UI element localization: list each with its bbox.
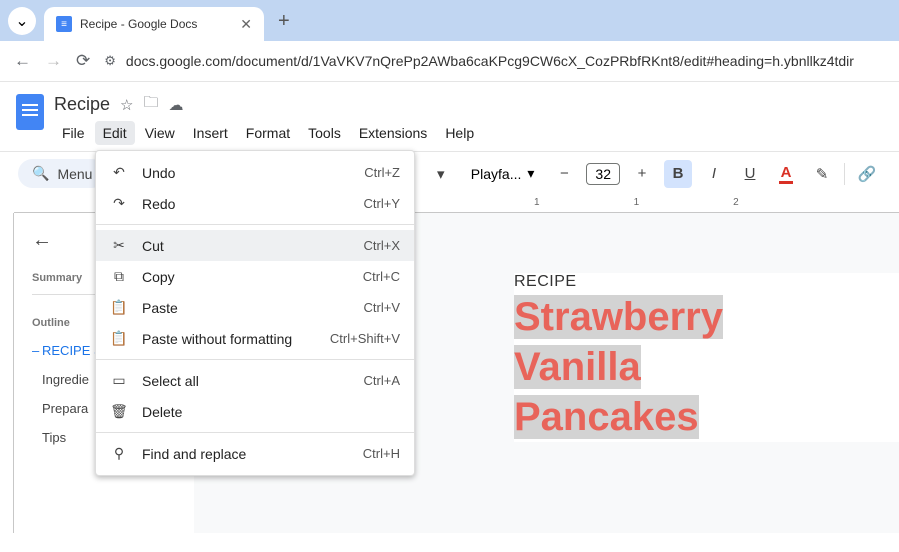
font-size-decrease[interactable]: −	[550, 160, 578, 188]
menu-item-paste[interactable]: 📋 Paste Ctrl+V	[96, 292, 414, 323]
undo-icon: ↶	[110, 164, 128, 181]
text-color-button[interactable]: A	[772, 160, 800, 188]
recipe-title-line: Pancakes	[514, 391, 899, 441]
menu-separator	[96, 224, 414, 225]
paste-icon: 📋	[110, 299, 128, 316]
ruler-mark: 1	[534, 197, 540, 208]
recipe-title-line: Vanilla	[514, 341, 899, 391]
menu-format[interactable]: Format	[238, 121, 298, 145]
menu-separator	[96, 359, 414, 360]
ruler-mark: 1	[634, 197, 640, 208]
document-title[interactable]: Recipe	[54, 94, 110, 115]
document-page: RECIPE Strawberry Vanilla Pancakes	[514, 273, 899, 442]
bold-button[interactable]: B	[664, 160, 692, 188]
italic-button[interactable]: I	[700, 160, 728, 188]
menubar: FileEditViewInsertFormatToolsExtensionsH…	[54, 121, 883, 145]
menu-item-label: Paste	[142, 300, 350, 316]
url-text: docs.google.com/document/d/1VaVKV7nQrePp…	[126, 53, 854, 69]
menu-item-cut[interactable]: ✂ Cut Ctrl+X	[96, 230, 414, 261]
tab-close-button[interactable]: ✕	[240, 16, 252, 33]
menu-item-label: Delete	[142, 404, 386, 420]
insert-link-button[interactable]: 🔗	[853, 160, 881, 188]
menu-tools[interactable]: Tools	[300, 121, 349, 145]
menu-item-label: Copy	[142, 269, 349, 285]
font-name-label: Playfa...	[471, 166, 522, 182]
new-tab-button[interactable]: +	[278, 10, 290, 33]
highlight-button[interactable]: ✎	[808, 160, 836, 188]
docs-favicon-icon: ≡	[56, 16, 72, 32]
menu-item-shortcut: Ctrl+V	[364, 300, 400, 315]
tab-search-button[interactable]: ⌄	[8, 7, 36, 35]
browser-tab[interactable]: ≡ Recipe - Google Docs ✕	[44, 7, 264, 41]
menu-item-label: Paste without formatting	[142, 331, 316, 347]
menu-search-label: Menu	[57, 166, 92, 182]
chevron-down-icon: ▾	[527, 165, 534, 182]
menu-search[interactable]: 🔍 Menu	[18, 159, 106, 188]
font-size-increase[interactable]: +	[628, 160, 656, 188]
font-size-input[interactable]: 32	[586, 163, 620, 185]
star-icon[interactable]: ☆	[120, 96, 133, 114]
forward-button: →	[45, 51, 62, 71]
menu-separator	[96, 432, 414, 433]
recipe-title-line: Strawberry	[514, 291, 899, 341]
menu-extensions[interactable]: Extensions	[351, 121, 435, 145]
menu-insert[interactable]: Insert	[185, 121, 236, 145]
browser-tab-strip: ⌄ ≡ Recipe - Google Docs ✕ +	[0, 0, 899, 41]
vertical-ruler[interactable]	[0, 213, 14, 533]
back-button[interactable]: ←	[14, 51, 31, 71]
menu-item-undo[interactable]: ↶ Undo Ctrl+Z	[96, 157, 414, 188]
underline-button[interactable]: U	[736, 160, 764, 188]
menu-item-shortcut: Ctrl+C	[363, 269, 400, 284]
address-bar: ← → ⟳ ⚙ docs.google.com/document/d/1VaVK…	[0, 41, 899, 82]
menu-view[interactable]: View	[137, 121, 183, 145]
menu-item-paste-no-format[interactable]: 📋 Paste without formatting Ctrl+Shift+V	[96, 323, 414, 354]
paste-no-format-icon: 📋	[110, 330, 128, 347]
menu-item-find-replace[interactable]: ⚲ Find and replace Ctrl+H	[96, 438, 414, 469]
ruler-mark: 2	[733, 197, 739, 208]
docs-logo-icon[interactable]	[16, 94, 44, 130]
url-box[interactable]: ⚙ docs.google.com/document/d/1VaVKV7nQre…	[104, 53, 885, 69]
site-info-icon[interactable]: ⚙	[104, 53, 116, 69]
search-icon: 🔍	[32, 165, 49, 182]
menu-item-label: Select all	[142, 373, 350, 389]
recipe-eyebrow: RECIPE	[514, 273, 899, 291]
menu-item-redo[interactable]: ↷ Redo Ctrl+Y	[96, 188, 414, 219]
tab-title: Recipe - Google Docs	[80, 17, 232, 31]
menu-item-label: Find and replace	[142, 446, 349, 462]
edit-menu-dropdown: ↶ Undo Ctrl+Z ↷ Redo Ctrl+Y ✂ Cut Ctrl+X ⧉ Copy Ctr…	[95, 150, 415, 476]
menu-item-shortcut: Ctrl+X	[364, 238, 400, 253]
chevron-down-icon: ⌄	[15, 11, 28, 31]
menu-item-label: Undo	[142, 165, 350, 181]
menu-item-shortcut: Ctrl+Z	[364, 165, 400, 180]
menu-item-shortcut: Ctrl+Shift+V	[330, 331, 400, 346]
docs-header: Recipe ☆ 🗀 ☁ FileEditViewInsertFormatToo…	[0, 82, 899, 145]
toolbar-more-dropdown[interactable]: ▾	[427, 160, 455, 188]
menu-item-label: Redo	[142, 196, 350, 212]
cut-icon: ✂	[110, 237, 128, 254]
reload-button[interactable]: ⟳	[76, 51, 90, 71]
menu-item-label: Cut	[142, 238, 350, 254]
menu-help[interactable]: Help	[437, 121, 482, 145]
redo-icon: ↷	[110, 195, 128, 212]
menu-item-select-all[interactable]: ▭ Select all Ctrl+A	[96, 365, 414, 396]
menu-item-copy[interactable]: ⧉ Copy Ctrl+C	[96, 261, 414, 292]
menu-item-shortcut: Ctrl+H	[363, 446, 400, 461]
select-all-icon: ▭	[110, 372, 128, 389]
menu-item-delete[interactable]: 🗑 Delete	[96, 396, 414, 427]
copy-icon: ⧉	[110, 268, 128, 285]
cloud-status-icon[interactable]: ☁	[169, 96, 184, 114]
move-icon[interactable]: 🗀	[143, 92, 158, 117]
font-family-select[interactable]: Playfa... ▾	[463, 161, 543, 186]
find-replace-icon: ⚲	[110, 445, 128, 462]
menu-item-shortcut: Ctrl+A	[364, 373, 400, 388]
menu-item-shortcut: Ctrl+Y	[364, 196, 400, 211]
menu-file[interactable]: File	[54, 121, 93, 145]
delete-icon: 🗑	[110, 403, 128, 420]
menu-edit[interactable]: Edit	[95, 121, 135, 145]
